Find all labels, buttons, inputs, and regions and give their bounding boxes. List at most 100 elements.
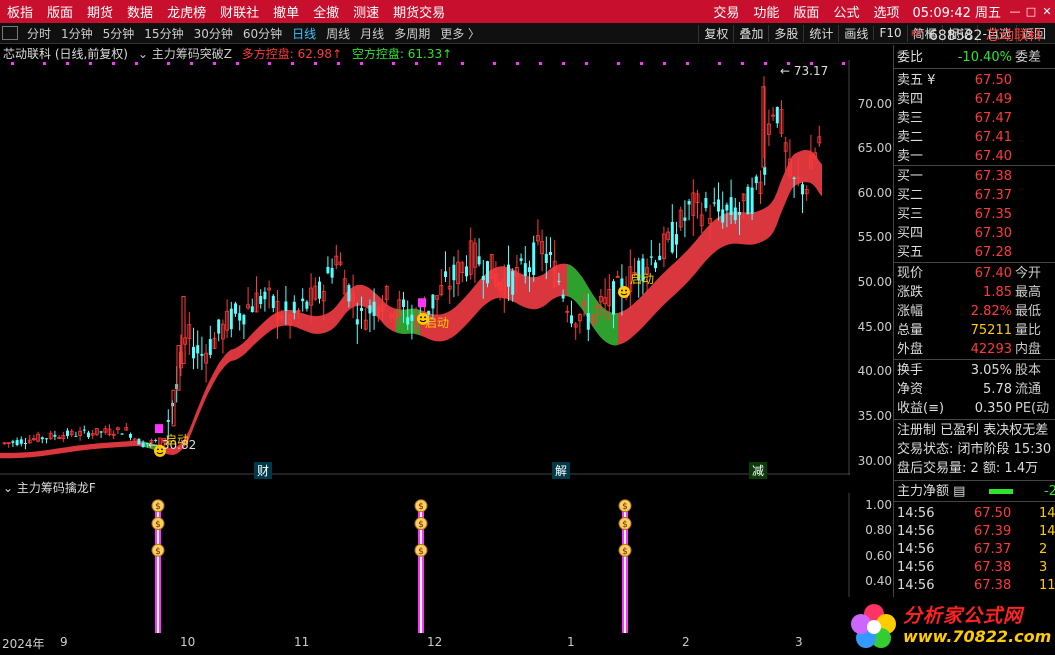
menu-item-right[interactable]: 公式 xyxy=(826,2,866,21)
candle-body xyxy=(658,255,662,261)
candle-body xyxy=(53,434,57,437)
quote-label2: 流通 xyxy=(1015,382,1042,397)
divider xyxy=(894,480,1055,481)
panel-toggle-icon[interactable] xyxy=(2,26,18,40)
candle-body xyxy=(347,285,351,302)
info-text: 交易状态: 闭市阶段 15:30 xyxy=(897,442,1052,457)
period-tab[interactable]: 30分钟 xyxy=(189,25,238,42)
menu-item[interactable]: 撤单 xyxy=(266,2,306,21)
event-marker-finance[interactable]: 财 xyxy=(254,462,273,479)
candle-body xyxy=(704,198,708,209)
smiley-icon xyxy=(618,286,630,299)
tick-price: 67.37 xyxy=(974,542,1012,557)
tool-button[interactable]: 多股 xyxy=(768,24,803,42)
candlestick-chart[interactable] xyxy=(0,60,850,475)
candle-body xyxy=(750,187,754,214)
quote-label: 卖二 xyxy=(897,130,924,145)
quote-label: 委比 xyxy=(897,50,924,65)
menu-item[interactable]: 龙虎榜 xyxy=(160,2,213,21)
quote-label: 买三 xyxy=(897,207,924,222)
candle-body xyxy=(675,234,678,245)
launch-marker xyxy=(155,424,163,434)
signal-dot xyxy=(337,62,340,65)
candle-body xyxy=(368,305,372,314)
period-tab[interactable]: 分时 xyxy=(22,25,56,42)
menu-item[interactable]: 期货交易 xyxy=(386,2,452,21)
period-tab[interactable]: 日线 xyxy=(287,25,321,42)
money-bag-symbol: $ xyxy=(418,547,424,557)
minimize-icon[interactable]: — xyxy=(1007,5,1023,18)
ask-row: 卖四 67.49 xyxy=(894,90,1055,109)
candle-body xyxy=(24,442,27,445)
divider xyxy=(894,501,1055,502)
bid-row: 买三 67.35 xyxy=(894,205,1055,224)
smiley-eye xyxy=(420,316,422,319)
tick-volume: 2 xyxy=(1039,542,1048,557)
period-tab[interactable]: 15分钟 xyxy=(139,25,188,42)
sub-indicator-chart: $ $ $ $ $ $ $ $ $ xyxy=(151,493,850,633)
tool-button[interactable]: 画线 xyxy=(838,24,873,42)
event-marker-reduce[interactable]: 减 xyxy=(749,462,768,479)
tick-row: 14:56 67.39 14 xyxy=(894,522,1055,541)
menu-item[interactable]: 版面 xyxy=(40,2,80,21)
event-marker-unlock[interactable]: 解 xyxy=(552,462,571,479)
candle-body xyxy=(19,439,23,444)
candle-body xyxy=(557,280,561,282)
menu-item[interactable]: 全撤 xyxy=(306,2,346,21)
launch-marker xyxy=(418,298,426,308)
menu-item[interactable]: 数据 xyxy=(120,2,160,21)
tick-time: 14:56 xyxy=(897,506,935,521)
net-bar xyxy=(989,489,1013,494)
signal-dot xyxy=(360,62,363,65)
signal-dot xyxy=(11,62,14,65)
candle-body xyxy=(129,433,132,438)
sub-y-axis-label: 0.60 xyxy=(865,548,892,563)
candle-body xyxy=(733,207,737,221)
stock-title: 芯动联科 (日线,前复权) xyxy=(3,47,128,61)
menu-item-right[interactable]: 版面 xyxy=(786,2,826,21)
close-icon[interactable]: ✕ xyxy=(1039,5,1055,18)
period-tab[interactable]: 5分钟 xyxy=(98,25,140,42)
menu-item[interactable]: 财联社 xyxy=(213,2,266,21)
quote-value: 3.05% xyxy=(970,363,1012,378)
ratio-row: 委比 -10.40% 委差 xyxy=(894,48,1055,67)
candle-body xyxy=(330,267,334,278)
quote-value: 5.78 xyxy=(983,382,1012,397)
tick-time: 14:56 xyxy=(897,524,935,539)
candle-body xyxy=(171,389,176,427)
ask-row: 卖一 67.40 xyxy=(894,147,1055,166)
menu-item-right[interactable]: 选项 xyxy=(866,2,906,21)
sub-y-axis-label: 0.80 xyxy=(865,523,892,538)
candle-body xyxy=(738,212,741,215)
high-price-annotation: ← 73.17 xyxy=(780,64,829,78)
period-tab[interactable]: 月线 xyxy=(355,25,389,42)
tick-price: 67.50 xyxy=(974,506,1012,521)
quote-label: 买二 xyxy=(897,188,924,203)
period-tab[interactable]: 1分钟 xyxy=(56,25,98,42)
net-value: -2 xyxy=(1044,484,1055,499)
tool-button[interactable]: 叠加 xyxy=(733,24,768,42)
menu-item-right[interactable]: 功能 xyxy=(746,2,786,21)
menu-item[interactable]: 测速 xyxy=(346,2,386,21)
candle-body xyxy=(486,261,489,284)
quote-label: 买一 xyxy=(897,169,924,184)
quote-label: 总量 xyxy=(897,323,924,338)
candle-body xyxy=(292,301,296,313)
quote-label: 买五 xyxy=(897,245,924,260)
bid-row: 买一 67.38 xyxy=(894,167,1055,186)
menu-item[interactable]: 板指 xyxy=(0,2,40,21)
maximize-icon[interactable]: □ xyxy=(1023,5,1039,18)
tool-button[interactable]: 复权 xyxy=(698,24,733,42)
period-tab[interactable]: 周线 xyxy=(321,25,355,42)
y-axis-label: 50.00 xyxy=(857,275,892,290)
clock-display: 05:09:42 周五 xyxy=(912,6,1001,21)
menu-item-right[interactable]: 交易 xyxy=(706,2,746,21)
indicator-dropdown[interactable]: ⌄ 主力筹码突破Z xyxy=(138,47,232,61)
ask-row: 卖五 ¥ 67.50 xyxy=(894,71,1055,90)
period-tab[interactable]: 更多 〉 xyxy=(435,25,485,42)
candle-body xyxy=(549,251,552,256)
period-tab[interactable]: 60分钟 xyxy=(238,25,287,42)
menu-item[interactable]: 期货 xyxy=(80,2,120,21)
period-tab[interactable]: 多周期 xyxy=(389,25,435,42)
tool-button[interactable]: 统计 xyxy=(803,24,838,42)
